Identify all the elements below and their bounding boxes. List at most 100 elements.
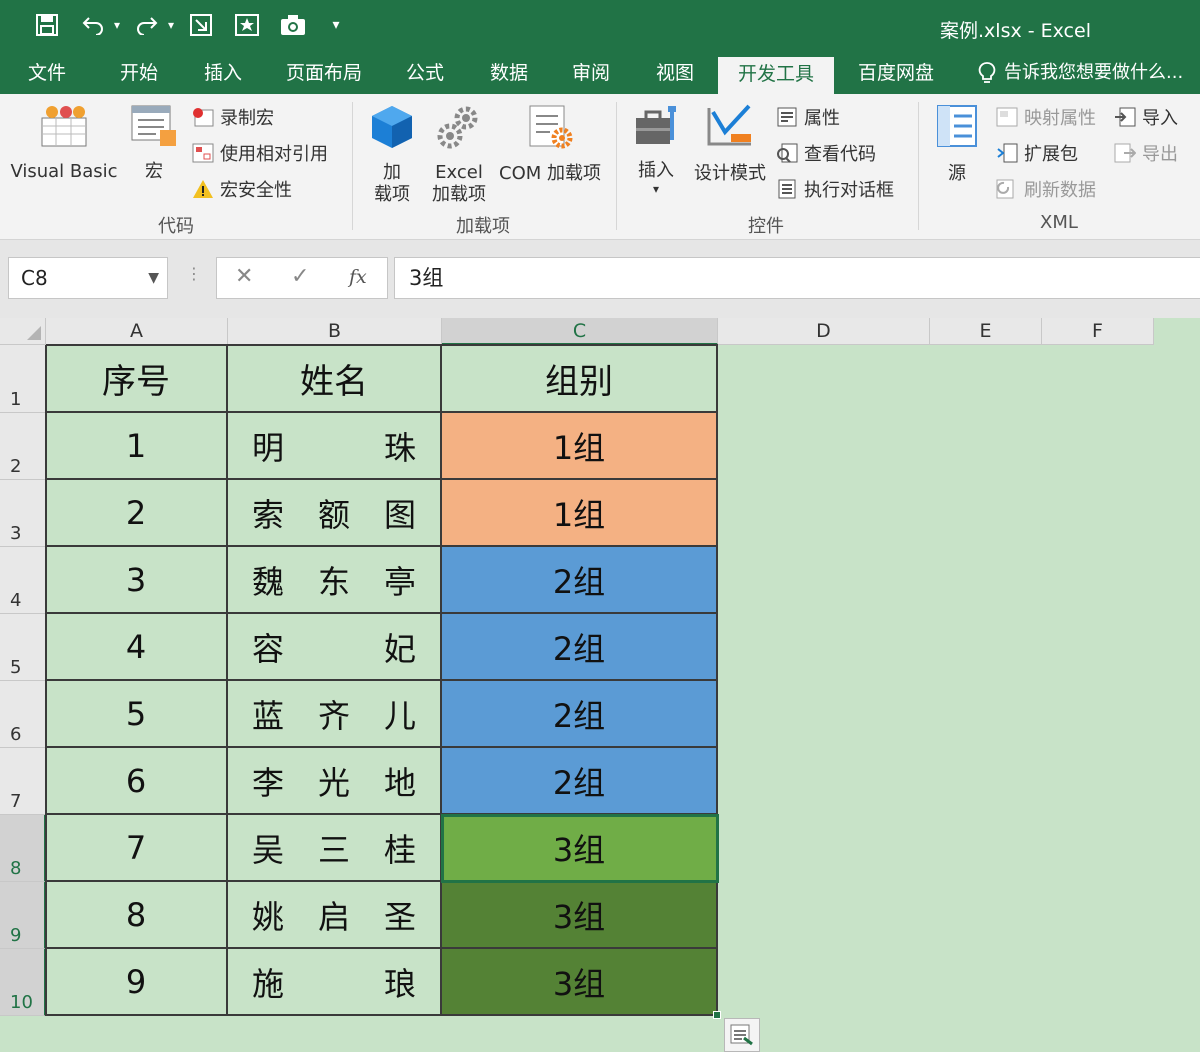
cell-b1[interactable]: 姓名 bbox=[228, 345, 442, 413]
xml-export-button[interactable]: 导出 bbox=[1114, 140, 1178, 166]
name-box[interactable]: C8 ▼ bbox=[8, 257, 168, 299]
resize-handle-icon[interactable]: ⋮ bbox=[186, 264, 202, 283]
properties-icon bbox=[776, 107, 798, 127]
cell-b3[interactable]: 索额图 bbox=[228, 480, 442, 547]
cell-b7[interactable]: 李光地 bbox=[228, 748, 442, 815]
cell-b5[interactable]: 容妃 bbox=[228, 614, 442, 681]
tab-home[interactable]: 开始 bbox=[120, 52, 158, 94]
column-header-d[interactable]: D bbox=[718, 318, 930, 345]
cell-b8[interactable]: 吴三桂 bbox=[228, 815, 442, 882]
refresh-data-button[interactable]: 刷新数据 bbox=[996, 176, 1096, 202]
excel-addins-button[interactable]: Excel 加载项 bbox=[426, 104, 492, 206]
relative-reference-button[interactable]: 使用相对引用 bbox=[192, 140, 328, 166]
map-properties-button[interactable]: 映射属性 bbox=[996, 104, 1096, 130]
cell-a8[interactable]: 7 bbox=[46, 815, 228, 882]
row-header-3[interactable]: 3 bbox=[0, 480, 46, 547]
cell-c4[interactable]: 2组 bbox=[442, 547, 718, 614]
column-header-f[interactable]: F bbox=[1042, 318, 1154, 345]
cell-a3[interactable]: 2 bbox=[46, 480, 228, 547]
cancel-icon[interactable]: ✕ bbox=[235, 264, 253, 289]
camera-icon[interactable] bbox=[278, 10, 308, 40]
customize-qat-icon[interactable]: ▾ bbox=[326, 10, 346, 40]
row-header-6[interactable]: 6 bbox=[0, 681, 46, 748]
enter-check-icon[interactable]: ✓ bbox=[291, 264, 309, 289]
xml-import-button[interactable]: 导入 bbox=[1114, 104, 1178, 130]
row-header-10[interactable]: 10 bbox=[0, 949, 46, 1016]
design-mode-button[interactable]: 设计模式 bbox=[690, 104, 770, 185]
fill-handle[interactable] bbox=[713, 1011, 721, 1019]
cell-a6[interactable]: 5 bbox=[46, 681, 228, 748]
tab-data[interactable]: 数据 bbox=[490, 52, 528, 94]
xml-source-button[interactable]: 源 bbox=[930, 104, 984, 185]
cell-a7[interactable]: 6 bbox=[46, 748, 228, 815]
column-header-e[interactable]: E bbox=[930, 318, 1042, 345]
cell-c9[interactable]: 3组 bbox=[442, 882, 718, 949]
properties-button[interactable]: 属性 bbox=[776, 104, 840, 130]
cell-b4[interactable]: 魏东亭 bbox=[228, 547, 442, 614]
star-frame-icon[interactable] bbox=[232, 10, 262, 40]
view-code-icon bbox=[776, 143, 798, 163]
cell-c10[interactable]: 3组 bbox=[442, 949, 718, 1016]
cell-c7[interactable]: 2组 bbox=[442, 748, 718, 815]
redo-dropdown-icon[interactable]: ▾ bbox=[164, 10, 178, 40]
view-code-button[interactable]: 查看代码 bbox=[776, 140, 876, 166]
com-addins-button[interactable]: COM 加载项 bbox=[494, 104, 606, 185]
record-macro-button[interactable]: 录制宏 bbox=[192, 104, 274, 130]
row-header-7[interactable]: 7 bbox=[0, 748, 46, 815]
column-header-c[interactable]: C bbox=[442, 318, 718, 345]
cell-b9[interactable]: 姚启圣 bbox=[228, 882, 442, 949]
select-all-button[interactable] bbox=[0, 318, 46, 345]
row-header-8[interactable]: 8 bbox=[0, 815, 46, 882]
cell-a4[interactable]: 3 bbox=[46, 547, 228, 614]
run-dialog-button[interactable]: 执行对话框 bbox=[776, 176, 894, 202]
tab-view[interactable]: 视图 bbox=[656, 52, 694, 94]
cell-b10[interactable]: 施琅 bbox=[228, 949, 442, 1016]
save-icon[interactable] bbox=[32, 10, 62, 40]
expansion-packs-button[interactable]: 扩展包 bbox=[996, 140, 1078, 166]
tab-developer[interactable]: 开发工具 bbox=[718, 57, 835, 94]
cell-a10[interactable]: 9 bbox=[46, 949, 228, 1016]
insert-control-button[interactable]: 插入 ▾ bbox=[628, 104, 684, 196]
column-header-b[interactable]: B bbox=[228, 318, 442, 345]
column-header-a[interactable]: A bbox=[46, 318, 228, 345]
formula-input[interactable]: 3组 bbox=[394, 257, 1200, 299]
name-char: 明 bbox=[252, 428, 285, 467]
cell-b6[interactable]: 蓝齐儿 bbox=[228, 681, 442, 748]
cell-b2[interactable]: 明珠 bbox=[228, 413, 442, 480]
chevron-down-icon[interactable]: ▼ bbox=[148, 258, 159, 298]
undo-icon[interactable] bbox=[78, 10, 108, 40]
row-header-1[interactable]: 1 bbox=[0, 345, 46, 413]
visual-basic-button[interactable]: Visual Basic bbox=[8, 104, 120, 183]
cell-c2[interactable]: 1组 bbox=[442, 413, 718, 480]
cell-a1[interactable]: 序号 bbox=[46, 345, 228, 413]
tab-formulas[interactable]: 公式 bbox=[406, 52, 444, 94]
row-header-4[interactable]: 4 bbox=[0, 547, 46, 614]
tab-insert[interactable]: 插入 bbox=[204, 52, 242, 94]
document-title: 案例.xlsx - Excel bbox=[940, 20, 1091, 42]
macro-security-label: 宏安全性 bbox=[220, 180, 292, 201]
quick-analysis-button[interactable] bbox=[724, 1018, 760, 1052]
row-header-9[interactable]: 9 bbox=[0, 882, 46, 949]
row-header-2[interactable]: 2 bbox=[0, 413, 46, 480]
redo-icon[interactable] bbox=[132, 10, 162, 40]
tab-baidu-netdisk[interactable]: 百度网盘 bbox=[858, 52, 934, 94]
macro-security-button[interactable]: 宏安全性 bbox=[192, 176, 292, 202]
cell-c1[interactable]: 组别 bbox=[442, 345, 718, 413]
cell-c5[interactable]: 2组 bbox=[442, 614, 718, 681]
cell-c8[interactable]: 3组 bbox=[442, 815, 718, 882]
tab-review[interactable]: 审阅 bbox=[572, 52, 610, 94]
macros-button[interactable]: 宏 bbox=[128, 104, 180, 183]
tell-me-box[interactable]: 告诉我您想要做什么... bbox=[978, 52, 1183, 94]
cell-a5[interactable]: 4 bbox=[46, 614, 228, 681]
tab-page-layout[interactable]: 页面布局 bbox=[286, 52, 362, 94]
screenshot-tool-icon[interactable] bbox=[186, 10, 216, 40]
cell-a2[interactable]: 1 bbox=[46, 413, 228, 480]
cell-c6[interactable]: 2组 bbox=[442, 681, 718, 748]
addins-button[interactable]: 加 载项 bbox=[364, 104, 420, 206]
cell-a9[interactable]: 8 bbox=[46, 882, 228, 949]
undo-dropdown-icon[interactable]: ▾ bbox=[110, 10, 124, 40]
cell-c3[interactable]: 1组 bbox=[442, 480, 718, 547]
row-header-5[interactable]: 5 bbox=[0, 614, 46, 681]
insert-function-icon[interactable]: fx bbox=[349, 266, 367, 288]
tab-file[interactable]: 文件 bbox=[28, 52, 66, 94]
